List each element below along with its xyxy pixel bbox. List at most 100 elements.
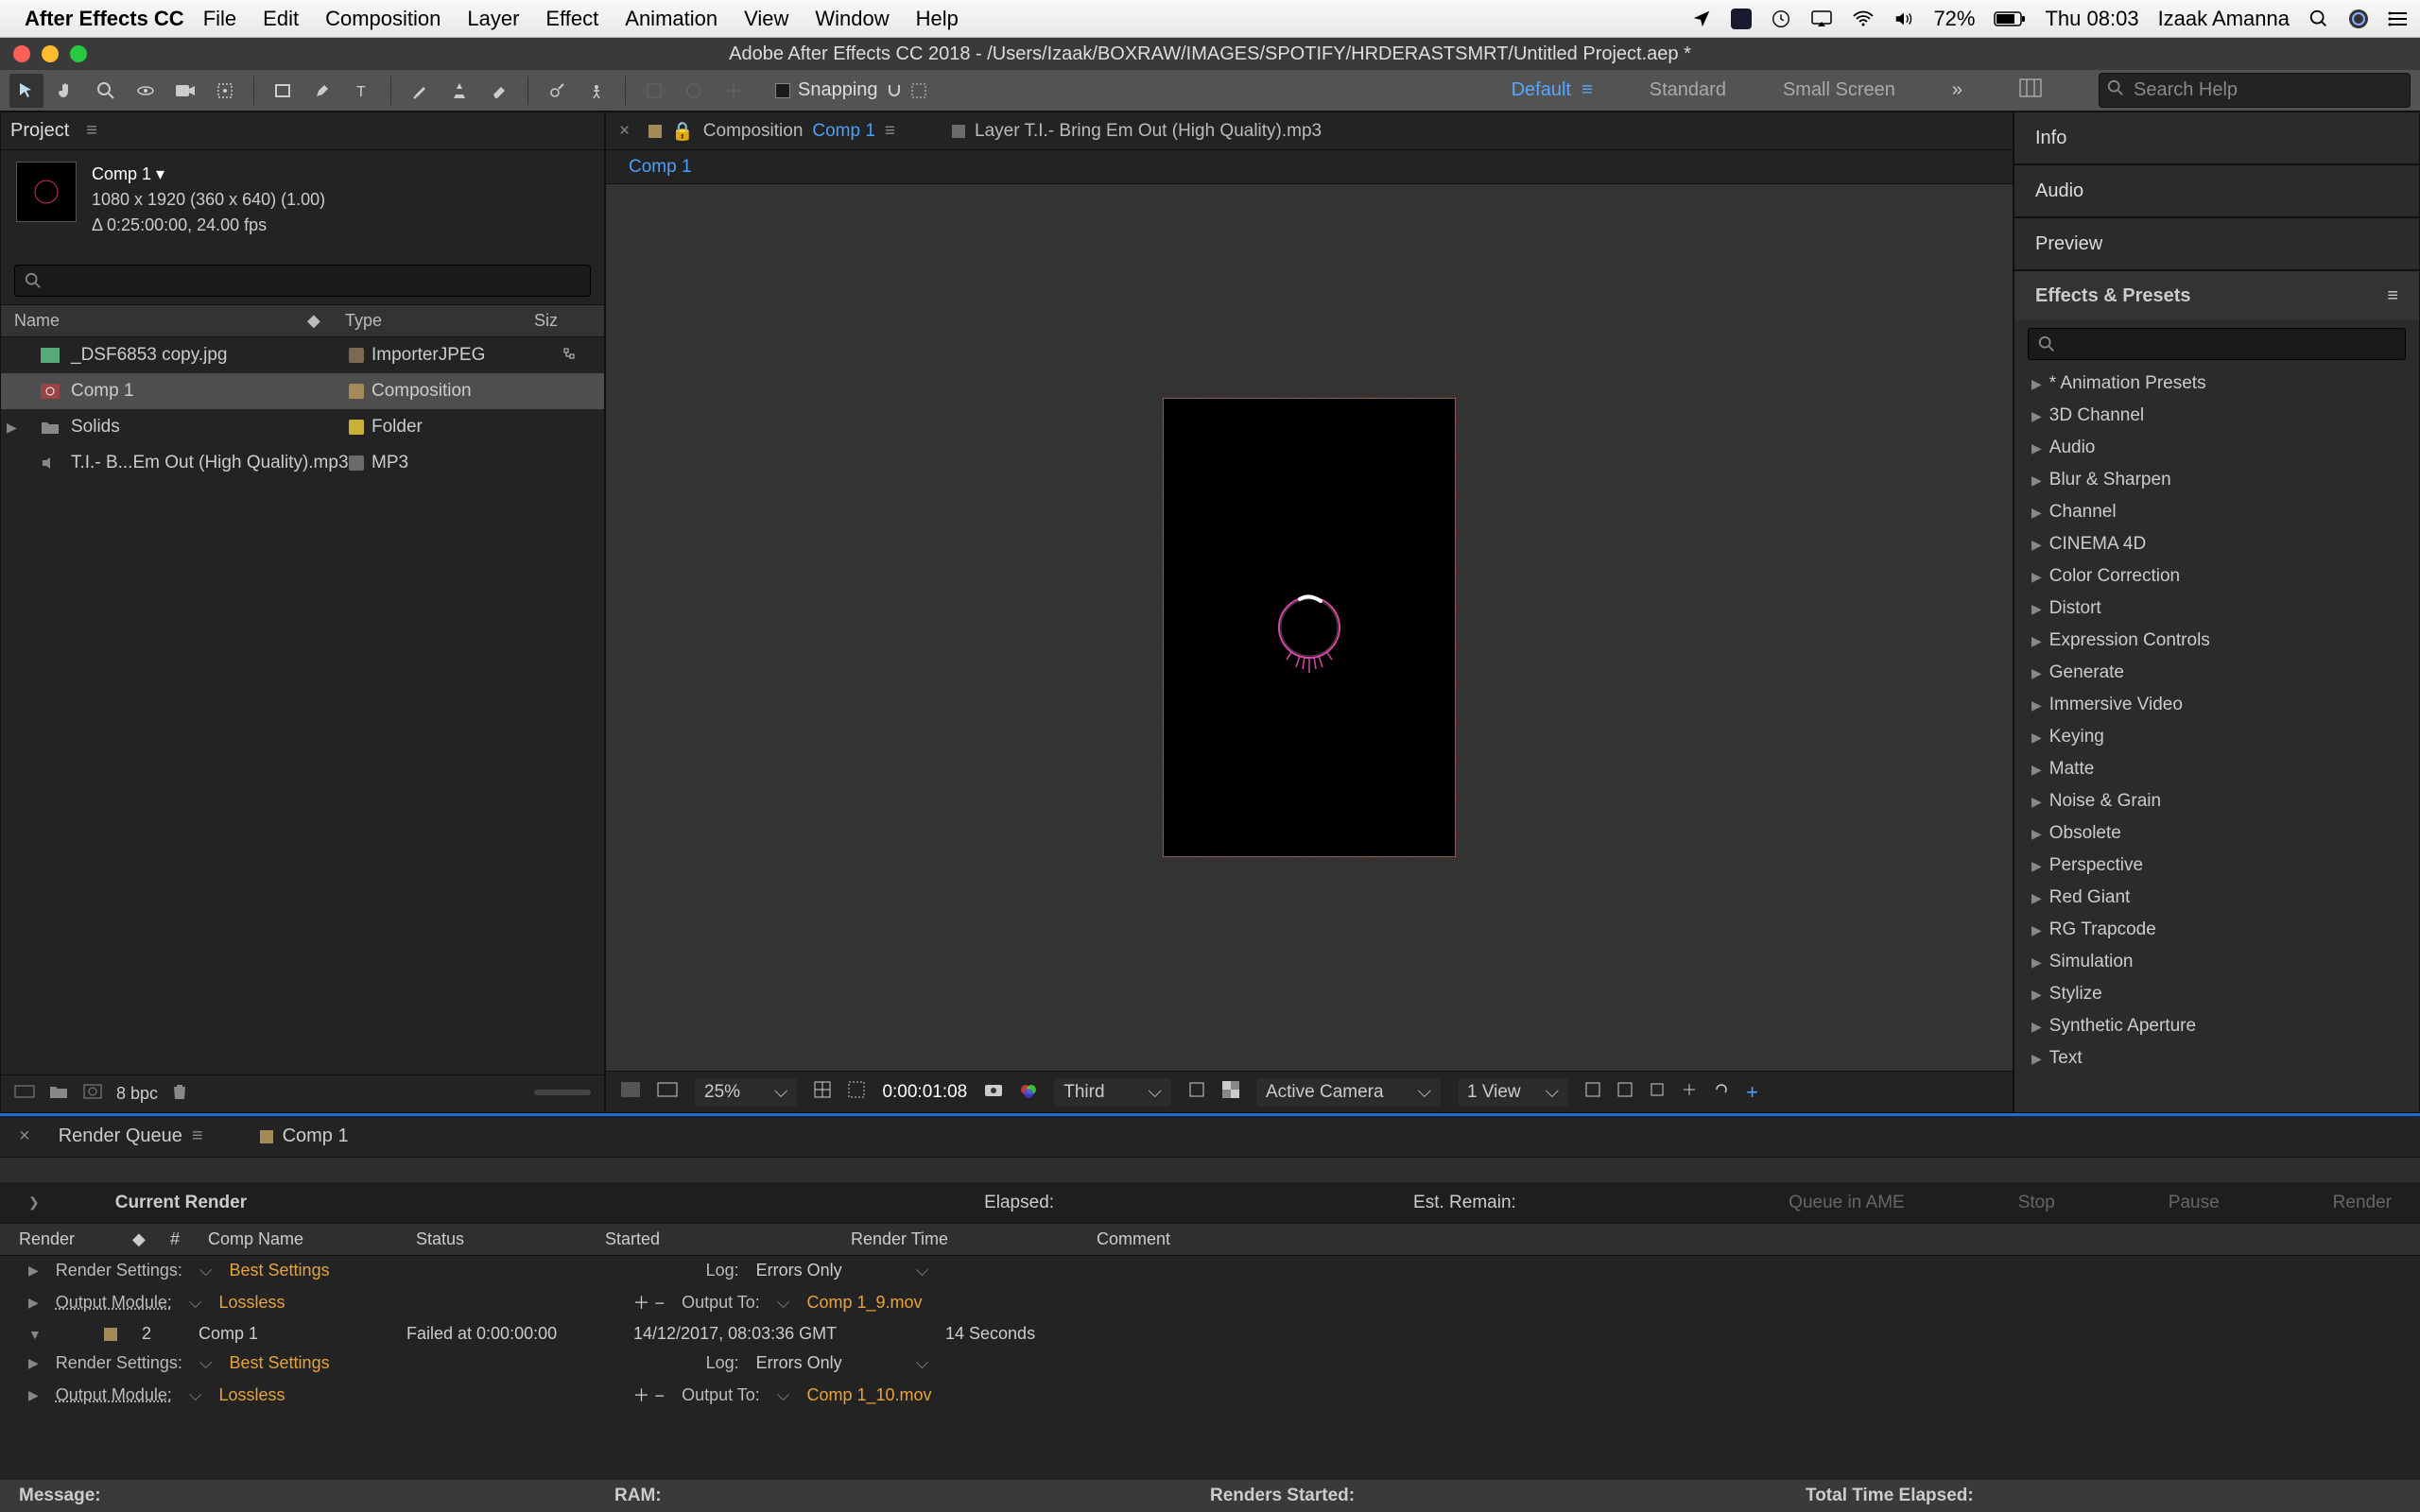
close-window-button[interactable] [13, 45, 30, 62]
disclosure-icon[interactable]: ▶ [28, 1295, 39, 1311]
orbit-tool-icon[interactable] [129, 74, 163, 108]
effects-category[interactable]: ▶Obsolete [2014, 817, 2419, 850]
project-tab[interactable]: Project [10, 120, 69, 142]
effects-category[interactable]: ▶Text [2014, 1042, 2419, 1074]
pan-behind-tool-icon[interactable] [208, 74, 242, 108]
new-comp-icon[interactable] [82, 1083, 103, 1105]
zoom-tool-icon[interactable] [89, 74, 123, 108]
location-icon[interactable] [1691, 9, 1712, 29]
spotlight-icon[interactable] [2308, 9, 2329, 29]
viewer-tab-comp[interactable]: 🔒 Composition Comp 1 ≡ [648, 120, 895, 143]
effects-category[interactable]: ▶RG Trapcode [2014, 914, 2419, 946]
camera-dropdown[interactable]: Active Camera⌵ [1256, 1078, 1441, 1107]
hand-tool-icon[interactable] [49, 74, 83, 108]
stop-button[interactable]: Stop [2018, 1193, 2055, 1213]
effects-category[interactable]: ▶Noise & Grain [2014, 785, 2419, 817]
menu-animation[interactable]: Animation [625, 7, 717, 31]
snapshot-icon[interactable] [984, 1082, 1003, 1103]
brush-tool-icon[interactable] [403, 74, 437, 108]
effects-category[interactable]: ▶Matte [2014, 753, 2419, 785]
panel-menu-icon[interactable]: ≡ [86, 120, 97, 142]
output-to-link[interactable]: Comp 1_9.mov [806, 1293, 922, 1313]
header-size[interactable]: Siz [534, 311, 591, 331]
project-row[interactable]: ▶SolidsFolder [1, 409, 604, 445]
effects-category[interactable]: ▶CINEMA 4D [2014, 528, 2419, 560]
effects-category[interactable]: ▶Distort [2014, 593, 2419, 625]
volume-icon[interactable] [1893, 9, 1914, 28]
add-output-icon[interactable]: ＋ − [633, 1290, 666, 1314]
menu-layer[interactable]: Layer [467, 7, 519, 31]
label-swatch[interactable] [104, 1328, 117, 1341]
airplay-icon[interactable] [1810, 9, 1833, 28]
pause-button[interactable]: Pause [2169, 1193, 2220, 1213]
interpret-footage-icon[interactable] [14, 1083, 35, 1105]
output-module-link[interactable]: Lossless [219, 1293, 285, 1313]
add-icon[interactable]: + [1746, 1080, 1758, 1105]
eraser-tool-icon[interactable] [482, 74, 516, 108]
label-swatch[interactable] [349, 384, 364, 399]
menu-file[interactable]: File [203, 7, 236, 31]
menu-effect[interactable]: Effect [545, 7, 598, 31]
label-col-icon[interactable]: ◆ [132, 1229, 170, 1249]
header-name[interactable]: Name [14, 311, 307, 331]
bpc-label[interactable]: 8 bpc [116, 1084, 158, 1104]
menu-window[interactable]: Window [815, 7, 889, 31]
battery-icon[interactable] [1994, 10, 2026, 27]
toggle-mask-icon[interactable] [657, 1082, 678, 1103]
effects-category[interactable]: ▶Keying [2014, 721, 2419, 753]
effects-search-input[interactable] [2028, 328, 2406, 360]
effects-category[interactable]: ▶Expression Controls [2014, 625, 2419, 657]
text-tool-icon[interactable]: T [345, 74, 379, 108]
comp-thumbnail[interactable] [16, 162, 77, 222]
viewer-canvas[interactable] [606, 184, 2013, 1071]
effects-category[interactable]: ▶Red Giant [2014, 882, 2419, 914]
workspace-small-screen[interactable]: Small Screen [1783, 79, 1895, 101]
menu-composition[interactable]: Composition [325, 7, 441, 31]
lock-icon[interactable]: 🔒 [671, 120, 694, 143]
panel-menu-icon[interactable]: ≡ [885, 121, 895, 142]
views-dropdown[interactable]: 1 View⌵ [1458, 1078, 1568, 1107]
zoom-dropdown[interactable]: 25%⌵ [695, 1078, 797, 1107]
disclosure-icon[interactable]: ▶ [28, 1387, 39, 1403]
clock-text[interactable]: Thu 08:03 [2045, 7, 2138, 31]
label-swatch[interactable] [349, 348, 364, 363]
selection-tool-icon[interactable] [9, 74, 43, 108]
fast-preview-icon[interactable] [1650, 1082, 1665, 1103]
disclosure-icon[interactable]: ▶ [28, 1263, 39, 1279]
grid-icon[interactable] [814, 1081, 831, 1104]
effects-category[interactable]: ▶Color Correction [2014, 560, 2419, 593]
new-folder-icon[interactable] [48, 1083, 69, 1105]
header-label-icon[interactable]: ◆ [307, 311, 345, 331]
pixel-aspect-icon[interactable] [1617, 1082, 1633, 1103]
effects-category[interactable]: ▶Immersive Video [2014, 689, 2419, 721]
roto-brush-tool-icon[interactable] [540, 74, 574, 108]
rectangle-tool-icon[interactable] [266, 74, 300, 108]
trash-icon[interactable] [171, 1082, 188, 1106]
audio-panel-tab[interactable]: Audio [2014, 164, 2420, 217]
close-tab-icon[interactable]: × [19, 1125, 30, 1147]
render-queue-tab[interactable]: Render Queue ≡ [59, 1125, 203, 1147]
header-type[interactable]: Type [345, 311, 534, 331]
maximize-window-button[interactable] [70, 45, 87, 62]
project-row[interactable]: T.I.- B...Em Out (High Quality).mp3MP3 [1, 445, 604, 481]
menu-edit[interactable]: Edit [263, 7, 299, 31]
camera-tool-icon[interactable] [168, 74, 202, 108]
effects-category[interactable]: ▶* Animation Presets [2014, 368, 2419, 400]
roi-icon[interactable] [1188, 1081, 1205, 1104]
snap-box-icon[interactable] [910, 82, 927, 99]
label-swatch[interactable] [349, 420, 364, 435]
effects-category[interactable]: ▶Simulation [2014, 946, 2419, 978]
timecode-display[interactable]: 0:00:01:08 [882, 1082, 967, 1103]
workspace-standard[interactable]: Standard [1650, 79, 1726, 101]
disclosure-open-icon[interactable]: ▼ [28, 1327, 66, 1342]
search-help-input[interactable]: Search Help [2099, 73, 2411, 108]
info-panel-tab[interactable]: Info [2014, 112, 2420, 164]
panel-menu-icon[interactable]: ≡ [192, 1125, 203, 1147]
workspace-grid-icon[interactable] [2019, 78, 2042, 103]
siri-icon[interactable] [2348, 9, 2369, 29]
channel-icon[interactable] [1020, 1081, 1037, 1104]
snapping-checkbox[interactable] [775, 83, 790, 98]
snapping-toggle[interactable]: Snapping [775, 79, 927, 101]
wifi-icon[interactable] [1852, 9, 1875, 28]
effects-category[interactable]: ▶Generate [2014, 657, 2419, 689]
